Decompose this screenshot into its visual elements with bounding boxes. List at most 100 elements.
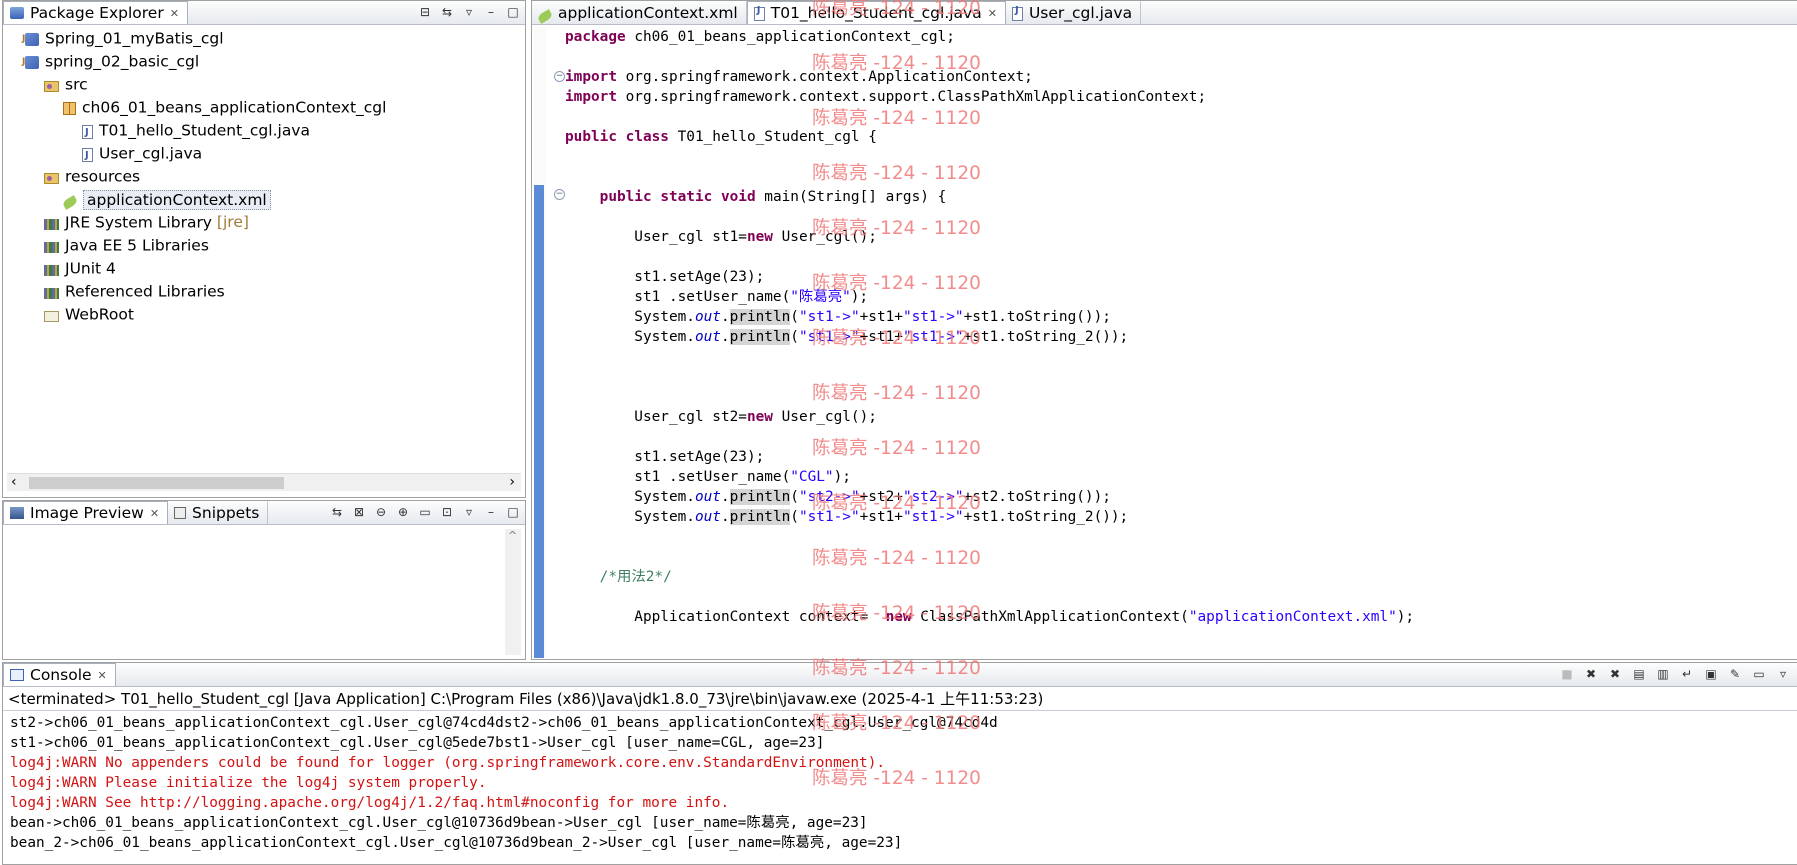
image-preview-tab[interactable]: Image Preview ✕: [3, 501, 169, 524]
xml-file-icon: [61, 195, 79, 210]
tree-item-label: ch06_01_beans_applicationContext_cgl: [82, 98, 387, 117]
tree-item[interactable]: T01_hello_Student_cgl.java: [82, 120, 310, 143]
close-icon[interactable]: ✕: [150, 507, 159, 520]
watermark-text: 陈葛亮 -124 - 1120: [812, 603, 981, 624]
tree-item[interactable]: JRE System Library [jre]: [44, 212, 249, 232]
minimize-icon[interactable]: –: [483, 504, 499, 520]
tree-item[interactable]: resources: [44, 166, 140, 186]
fold-main-icon[interactable]: −: [554, 189, 565, 200]
watermark-text: 陈葛亮 -124 - 1120: [812, 438, 981, 459]
scroll-right-icon[interactable]: ›: [509, 474, 515, 490]
original-size-icon[interactable]: ▭: [417, 504, 433, 520]
source-folder-icon: [44, 173, 59, 184]
code-line: User_cgl st2=new User_cgl();: [565, 409, 877, 425]
image-preview-panel: Image Preview ✕ Snippets ⇆ ⊠ ⊖ ⊕ ▭ ⊡ ▿ –…: [2, 500, 526, 660]
java-project-icon: [22, 29, 39, 49]
console-status: <terminated> T01_hello_Student_cgl [Java…: [8, 690, 1044, 708]
snippets-icon: [174, 507, 187, 519]
link-with-editor-icon[interactable]: ⇆: [439, 4, 455, 20]
display-console-icon[interactable]: ▭: [1751, 666, 1767, 682]
console-toolbar: ■ ✖ ✖ ▤ ▥ ↵ ▣ ✎ ▭ ▿: [1559, 666, 1791, 682]
view-menu-icon[interactable]: ▿: [1775, 666, 1791, 682]
library-icon: [44, 265, 59, 276]
show-on-output-icon[interactable]: ▣: [1703, 666, 1719, 682]
horizontal-scrollbar[interactable]: ‹ ›: [7, 473, 521, 491]
close-icon[interactable]: ✕: [98, 669, 107, 682]
remove-launch-icon[interactable]: ✖: [1583, 666, 1599, 682]
zoom-in-icon[interactable]: ⊕: [395, 504, 411, 520]
fold-imports-icon[interactable]: −: [554, 71, 565, 82]
word-wrap-icon[interactable]: ↵: [1679, 666, 1695, 682]
close-icon[interactable]: ✕: [988, 7, 997, 20]
package-explorer-title: Package Explorer: [30, 4, 164, 22]
code-line: st1.setAge(23);: [565, 449, 765, 465]
package-explorer-toolbar: ⊟ ⇆ ▿ – □: [417, 4, 521, 20]
code-line: public static void main(String[] args) {: [599, 189, 947, 205]
package-explorer-tabbar: Package Explorer ✕ ⊟ ⇆ ▿ – □: [3, 1, 525, 25]
watermark-text: 陈葛亮 -124 - 1120: [812, 163, 981, 184]
console-line: log4j:WARN No appenders could be found f…: [10, 755, 886, 771]
tree-item[interactable]: Referenced Libraries: [44, 281, 225, 301]
tree-item-label: User_cgl.java: [99, 144, 203, 163]
terminate-icon[interactable]: ■: [1559, 666, 1575, 682]
tree-item[interactable]: User_cgl.java: [82, 143, 203, 166]
snippets-title: Snippets: [192, 504, 260, 522]
tree-item[interactable]: spring_02_basic_cgl: [22, 51, 200, 72]
minimize-icon[interactable]: –: [483, 4, 499, 20]
tree-item[interactable]: JUnit 4: [44, 258, 116, 278]
package-icon: [63, 102, 76, 115]
library-icon: [44, 242, 59, 253]
editor-tab[interactable]: applicationContext.xml: [532, 1, 747, 24]
tree-item-label: Java EE 5 Libraries: [65, 236, 209, 255]
console-tab[interactable]: Console ✕: [3, 663, 116, 686]
image-preview-tabbar: Image Preview ✕ Snippets ⇆ ⊠ ⊖ ⊕ ▭ ⊡ ▿ –…: [3, 501, 525, 525]
code-line: package ch06_01_beans_applicationContext…: [565, 29, 955, 45]
collapse-all-icon[interactable]: ⊟: [417, 4, 433, 20]
zoom-out-icon[interactable]: ⊖: [373, 504, 389, 520]
snippets-tab[interactable]: Snippets: [168, 501, 269, 524]
remove-all-icon[interactable]: ✖: [1607, 666, 1623, 682]
tree-item[interactable]: Spring_01_myBatis_cgl: [22, 28, 224, 49]
scrollbar-thumb[interactable]: [29, 477, 284, 489]
editor-tab[interactable]: User_cgl.java: [1006, 1, 1142, 24]
tree-item-label: spring_02_basic_cgl: [45, 52, 200, 71]
tree-item[interactable]: src: [44, 74, 88, 94]
image-preview-toolbar: ⇆ ⊠ ⊖ ⊕ ▭ ⊡ ▿ – □: [329, 504, 521, 520]
maximize-icon[interactable]: □: [505, 4, 521, 20]
fit-window-icon[interactable]: ⊡: [439, 504, 455, 520]
clear-console-icon[interactable]: ▤: [1631, 666, 1647, 682]
library-icon: [44, 219, 59, 230]
editor-tabbar: applicationContext.xmlT01_hello_Student_…: [532, 1, 1797, 25]
package-explorer-tab[interactable]: Package Explorer ✕: [3, 1, 188, 24]
watermark-text: 陈葛亮 -124 - 1120: [812, 53, 981, 74]
console-line: log4j:WARN See http://logging.apache.org…: [10, 795, 730, 811]
watermark-text: 陈葛亮 -124 - 1120: [812, 218, 981, 239]
link-icon[interactable]: ⇆: [329, 504, 345, 520]
fit-image-icon[interactable]: ⊠: [351, 504, 367, 520]
scroll-left-icon[interactable]: ‹: [11, 474, 17, 490]
tree-item[interactable]: WebRoot: [44, 304, 134, 324]
watermark-text: 陈葛亮 -124 - 1120: [812, 768, 981, 789]
tree-item-label: WebRoot: [65, 305, 134, 324]
console-line: log4j:WARN Please initialize the log4j s…: [10, 775, 487, 791]
view-menu-icon[interactable]: ▿: [461, 504, 477, 520]
tree-item[interactable]: ch06_01_beans_applicationContext_cgl: [63, 97, 386, 117]
console-line: bean->ch06_01_beans_applicationContext_c…: [10, 815, 868, 831]
watermark-text: 陈葛亮 -124 - 1120: [812, 328, 981, 349]
close-icon[interactable]: ✕: [170, 7, 179, 20]
console-title: Console: [30, 666, 92, 684]
watermark-text: 陈葛亮 -124 - 1120: [812, 713, 981, 734]
watermark-text: 陈葛亮 -124 - 1120: [812, 273, 981, 294]
package-explorer-icon: [10, 7, 24, 19]
tree-item-suffix: [jre]: [212, 213, 249, 231]
image-icon: [10, 507, 24, 519]
tree-item[interactable]: Java EE 5 Libraries: [44, 235, 209, 255]
tree-item[interactable]: applicationContext.xml: [61, 189, 271, 210]
scroll-lock-icon[interactable]: ▥: [1655, 666, 1671, 682]
pin-console-icon[interactable]: ✎: [1727, 666, 1743, 682]
image-preview-vscroll[interactable]: ^: [505, 529, 521, 655]
tree-item-label: src: [65, 75, 88, 94]
view-menu-icon[interactable]: ▿: [461, 4, 477, 20]
maximize-icon[interactable]: □: [505, 504, 521, 520]
image-preview-title: Image Preview: [30, 504, 144, 522]
